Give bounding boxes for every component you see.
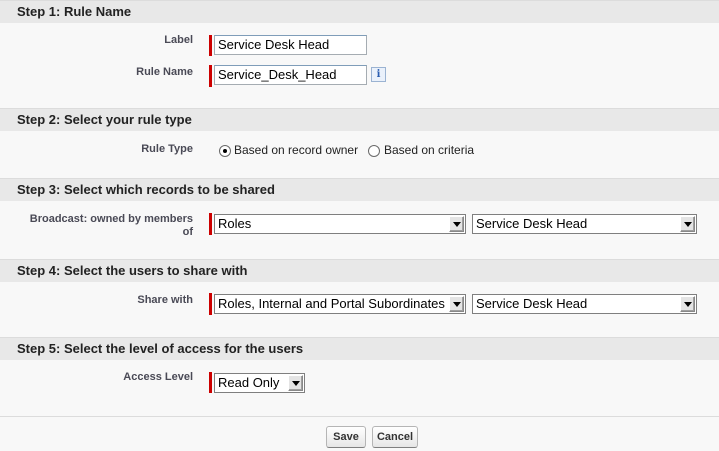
step5-body: Access Level Read Only — [0, 360, 719, 416]
required-marker — [209, 35, 212, 56]
share-value-value: Service Desk Head — [476, 296, 588, 311]
step4-body: Share with Roles, Internal and Portal Su… — [0, 282, 719, 338]
radio-record-owner-label[interactable]: Based on record owner — [234, 143, 358, 157]
broadcast-label-line1: Broadcast: owned by members — [29, 213, 193, 225]
required-marker — [209, 293, 212, 315]
rule-name-input[interactable]: Service_Desk_Head — [214, 65, 367, 85]
broadcast-label-line2: of — [182, 226, 193, 238]
radio-criteria-label[interactable]: Based on criteria — [384, 143, 474, 157]
records-type-select[interactable]: Roles — [214, 214, 466, 234]
rule-type-field-label: Rule Type — [141, 143, 193, 155]
label-field-label: Label — [164, 34, 193, 46]
access-level-value: Read Only — [218, 375, 280, 390]
access-level-select[interactable]: Read Only — [214, 373, 305, 393]
label-input[interactable]: Service Desk Head — [214, 35, 367, 55]
step1-header: Step 1: Rule Name — [0, 0, 719, 23]
radio-record-owner[interactable] — [219, 145, 231, 157]
chevron-down-icon[interactable] — [449, 216, 464, 232]
button-bar: Save Cancel — [0, 416, 719, 451]
save-button[interactable]: Save — [326, 426, 366, 448]
step5-header: Step 5: Select the level of access for t… — [0, 337, 719, 360]
step2-body: Rule Type Based on record owner Based on… — [0, 131, 719, 177]
required-marker — [209, 372, 212, 393]
required-marker — [209, 65, 212, 87]
share-value-select[interactable]: Service Desk Head — [472, 294, 697, 314]
records-value-value: Service Desk Head — [476, 216, 588, 231]
rule-name-field-label: Rule Name — [136, 66, 193, 78]
info-icon[interactable]: i — [371, 67, 386, 82]
share-type-value: Roles, Internal and Portal Subordinates — [218, 296, 445, 311]
step4-header: Step 4: Select the users to share with — [0, 259, 719, 282]
records-value-select[interactable]: Service Desk Head — [472, 214, 697, 234]
radio-criteria[interactable] — [368, 145, 380, 157]
cancel-button[interactable]: Cancel — [372, 426, 418, 448]
step2-header: Step 2: Select your rule type — [0, 108, 719, 131]
broadcast-field-label: Broadcast: owned by members of — [30, 213, 193, 239]
step3-header: Step 3: Select which records to be share… — [0, 178, 719, 201]
chevron-down-icon[interactable] — [288, 375, 303, 391]
required-marker — [209, 213, 212, 235]
chevron-down-icon[interactable] — [449, 296, 464, 312]
access-level-field-label: Access Level — [123, 371, 193, 383]
step3-body: Broadcast: owned by members of Roles Ser… — [0, 201, 719, 258]
chevron-down-icon[interactable] — [680, 216, 695, 232]
records-type-value: Roles — [218, 216, 252, 231]
share-type-select[interactable]: Roles, Internal and Portal Subordinates — [214, 294, 466, 314]
step1-body: Label Service Desk Head Rule Name Servic… — [0, 23, 719, 107]
share-with-field-label: Share with — [137, 294, 193, 306]
chevron-down-icon[interactable] — [680, 296, 695, 312]
